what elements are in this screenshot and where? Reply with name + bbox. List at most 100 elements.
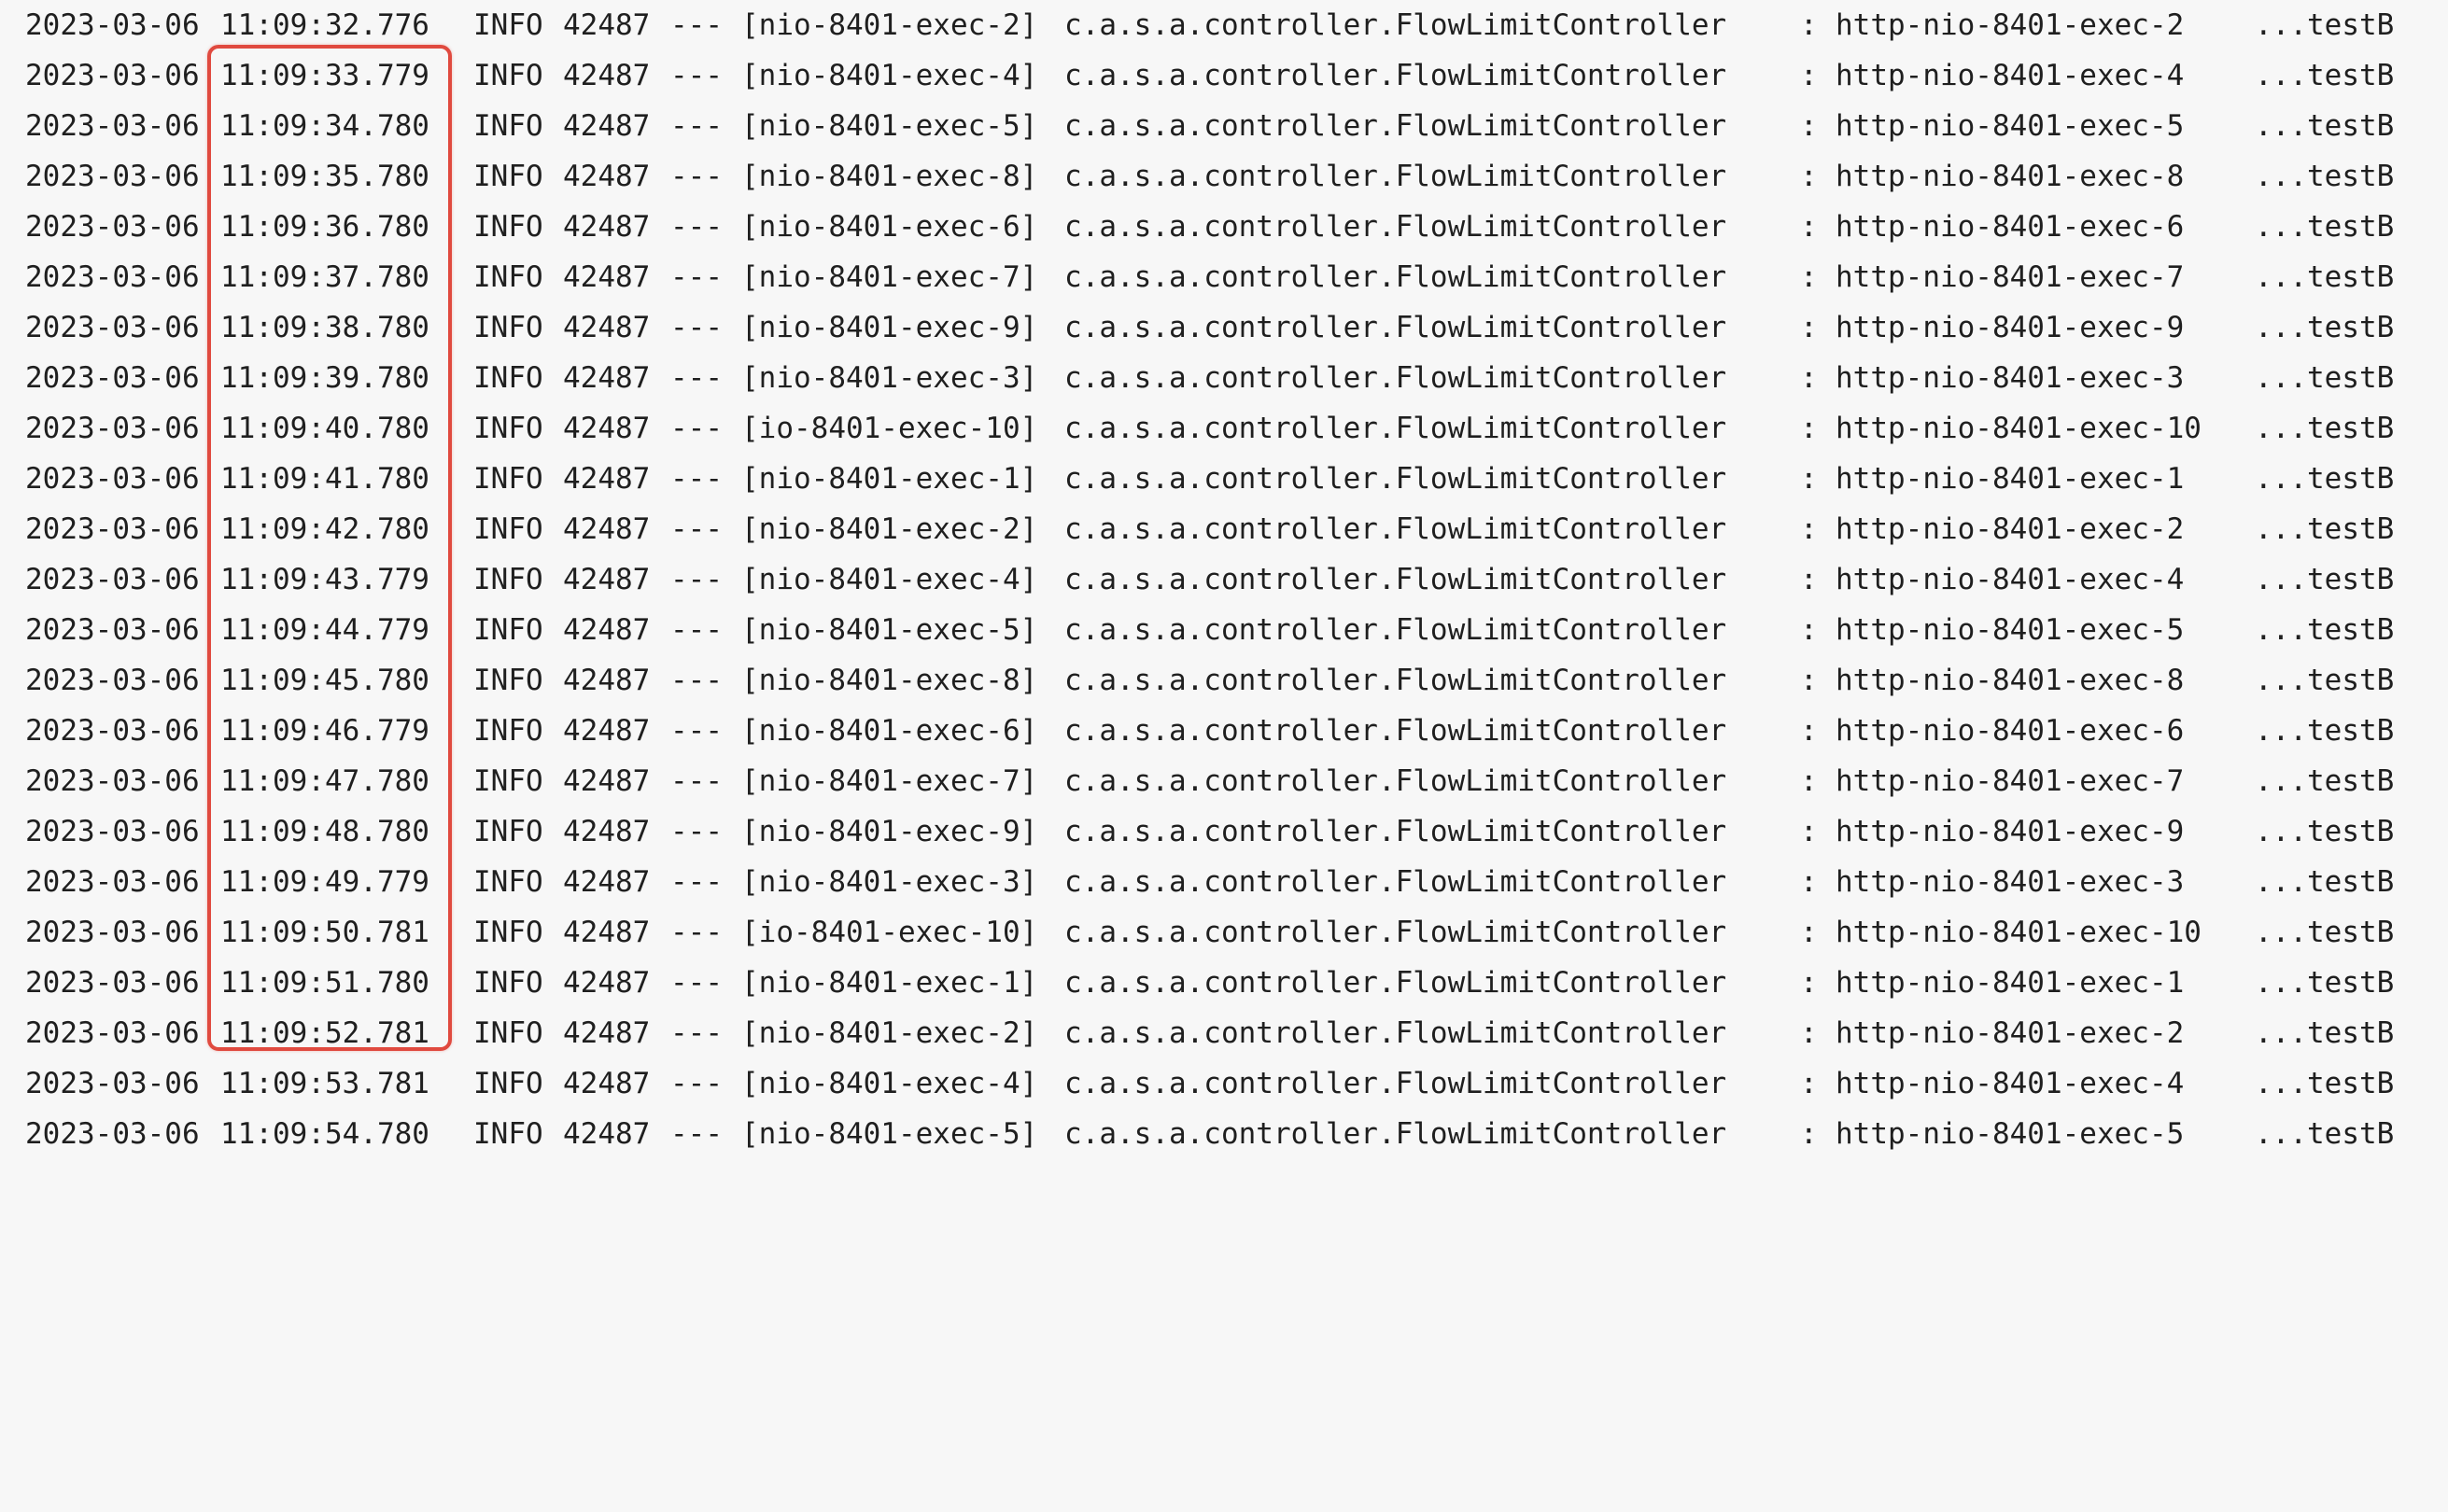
log-colon: : bbox=[1800, 412, 1818, 445]
log-thread: [nio-8401-exec-5] bbox=[741, 613, 1038, 647]
log-level: INFO bbox=[473, 412, 543, 445]
log-time: 11:09:46.779 bbox=[220, 714, 429, 748]
log-level: INFO bbox=[473, 8, 543, 42]
log-separator: --- bbox=[670, 8, 723, 42]
log-logger: c.a.s.a.controller.FlowLimitController bbox=[1064, 361, 1727, 395]
log-thread: [nio-8401-exec-4] bbox=[741, 59, 1038, 92]
log-date: 2023-03-06 bbox=[25, 966, 200, 1000]
log-colon: : bbox=[1800, 613, 1818, 647]
log-logger: c.a.s.a.controller.FlowLimitController bbox=[1064, 109, 1727, 143]
log-tail: ...testB bbox=[2255, 8, 2395, 42]
log-date: 2023-03-06 bbox=[25, 462, 200, 496]
log-thread: [nio-8401-exec-3] bbox=[741, 865, 1038, 899]
log-message: http-nio-8401-exec-1 bbox=[1836, 966, 2185, 1000]
log-line: 2023-03-06 11:09:46.779 INFO 42487 --- [… bbox=[0, 706, 2448, 756]
log-pid: 42487 bbox=[563, 311, 651, 344]
log-level: INFO bbox=[473, 311, 543, 344]
log-date: 2023-03-06 bbox=[25, 1117, 200, 1151]
log-thread: [nio-8401-exec-9] bbox=[741, 311, 1038, 344]
log-message: http-nio-8401-exec-4 bbox=[1836, 59, 2185, 92]
log-thread: [nio-8401-exec-2] bbox=[741, 1016, 1038, 1050]
log-separator: --- bbox=[670, 613, 723, 647]
log-colon: : bbox=[1800, 462, 1818, 496]
log-separator: --- bbox=[670, 764, 723, 798]
log-level: INFO bbox=[473, 916, 543, 949]
log-tail: ...testB bbox=[2255, 563, 2395, 596]
log-pid: 42487 bbox=[563, 865, 651, 899]
log-message: http-nio-8401-exec-5 bbox=[1836, 109, 2185, 143]
log-tail: ...testB bbox=[2255, 664, 2395, 697]
log-message: http-nio-8401-exec-6 bbox=[1836, 210, 2185, 244]
log-level: INFO bbox=[473, 462, 543, 496]
log-date: 2023-03-06 bbox=[25, 361, 200, 395]
log-tail: ...testB bbox=[2255, 512, 2395, 546]
log-time: 11:09:32.776 bbox=[220, 8, 429, 42]
log-tail: ...testB bbox=[2255, 109, 2395, 143]
log-thread: [nio-8401-exec-6] bbox=[741, 210, 1038, 244]
log-time: 11:09:34.780 bbox=[220, 109, 429, 143]
log-time: 11:09:39.780 bbox=[220, 361, 429, 395]
log-separator: --- bbox=[670, 512, 723, 546]
log-time: 11:09:35.780 bbox=[220, 160, 429, 193]
log-colon: : bbox=[1800, 311, 1818, 344]
log-logger: c.a.s.a.controller.FlowLimitController bbox=[1064, 1016, 1727, 1050]
log-thread: [nio-8401-exec-4] bbox=[741, 563, 1038, 596]
log-time: 11:09:52.781 bbox=[220, 1016, 429, 1050]
log-thread: [nio-8401-exec-4] bbox=[741, 1067, 1038, 1100]
log-message: http-nio-8401-exec-9 bbox=[1836, 311, 2185, 344]
log-time: 11:09:51.780 bbox=[220, 966, 429, 1000]
log-message: http-nio-8401-exec-4 bbox=[1836, 563, 2185, 596]
log-pid: 42487 bbox=[563, 966, 651, 1000]
log-tail: ...testB bbox=[2255, 815, 2395, 848]
log-logger: c.a.s.a.controller.FlowLimitController bbox=[1064, 1067, 1727, 1100]
console-output[interactable]: 2023-03-06 11:09:32.776 INFO 42487 --- [… bbox=[0, 0, 2448, 1155]
log-thread: [nio-8401-exec-9] bbox=[741, 815, 1038, 848]
log-tail: ...testB bbox=[2255, 1016, 2395, 1050]
log-date: 2023-03-06 bbox=[25, 714, 200, 748]
log-logger: c.a.s.a.controller.FlowLimitController bbox=[1064, 966, 1727, 1000]
log-tail: ...testB bbox=[2255, 311, 2395, 344]
log-level: INFO bbox=[473, 1016, 543, 1050]
log-line: 2023-03-06 11:09:36.780 INFO 42487 --- [… bbox=[0, 202, 2448, 252]
log-time: 11:09:42.780 bbox=[220, 512, 429, 546]
log-date: 2023-03-06 bbox=[25, 563, 200, 596]
log-level: INFO bbox=[473, 764, 543, 798]
log-level: INFO bbox=[473, 109, 543, 143]
log-colon: : bbox=[1800, 512, 1818, 546]
log-date: 2023-03-06 bbox=[25, 59, 200, 92]
log-line: 2023-03-06 11:09:42.780 INFO 42487 --- [… bbox=[0, 504, 2448, 554]
log-date: 2023-03-06 bbox=[25, 664, 200, 697]
log-date: 2023-03-06 bbox=[25, 1067, 200, 1100]
log-thread: [nio-8401-exec-1] bbox=[741, 462, 1038, 496]
log-separator: --- bbox=[670, 1016, 723, 1050]
log-logger: c.a.s.a.controller.FlowLimitController bbox=[1064, 714, 1727, 748]
log-tail: ...testB bbox=[2255, 966, 2395, 1000]
log-thread: [nio-8401-exec-5] bbox=[741, 109, 1038, 143]
log-colon: : bbox=[1800, 59, 1818, 92]
log-line: 2023-03-06 11:09:54.780 INFO 42487 --- [… bbox=[0, 1109, 2448, 1159]
log-logger: c.a.s.a.controller.FlowLimitController bbox=[1064, 412, 1727, 445]
log-tail: ...testB bbox=[2255, 613, 2395, 647]
log-colon: : bbox=[1800, 109, 1818, 143]
log-thread: [nio-8401-exec-2] bbox=[741, 8, 1038, 42]
log-line: 2023-03-06 11:09:41.780 INFO 42487 --- [… bbox=[0, 454, 2448, 504]
log-level: INFO bbox=[473, 815, 543, 848]
log-message: http-nio-8401-exec-2 bbox=[1836, 512, 2185, 546]
log-level: INFO bbox=[473, 563, 543, 596]
log-tail: ...testB bbox=[2255, 865, 2395, 899]
log-time: 11:09:54.780 bbox=[220, 1117, 429, 1151]
log-time: 11:09:37.780 bbox=[220, 260, 429, 294]
log-message: http-nio-8401-exec-4 bbox=[1836, 1067, 2185, 1100]
log-pid: 42487 bbox=[563, 1117, 651, 1151]
log-colon: : bbox=[1800, 815, 1818, 848]
log-tail: ...testB bbox=[2255, 916, 2395, 949]
log-line: 2023-03-06 11:09:48.780 INFO 42487 --- [… bbox=[0, 806, 2448, 857]
log-date: 2023-03-06 bbox=[25, 210, 200, 244]
log-level: INFO bbox=[473, 1067, 543, 1100]
log-time: 11:09:47.780 bbox=[220, 764, 429, 798]
log-pid: 42487 bbox=[563, 1016, 651, 1050]
log-pid: 42487 bbox=[563, 361, 651, 395]
log-level: INFO bbox=[473, 613, 543, 647]
log-time: 11:09:44.779 bbox=[220, 613, 429, 647]
log-line: 2023-03-06 11:09:40.780 INFO 42487 --- [… bbox=[0, 403, 2448, 454]
